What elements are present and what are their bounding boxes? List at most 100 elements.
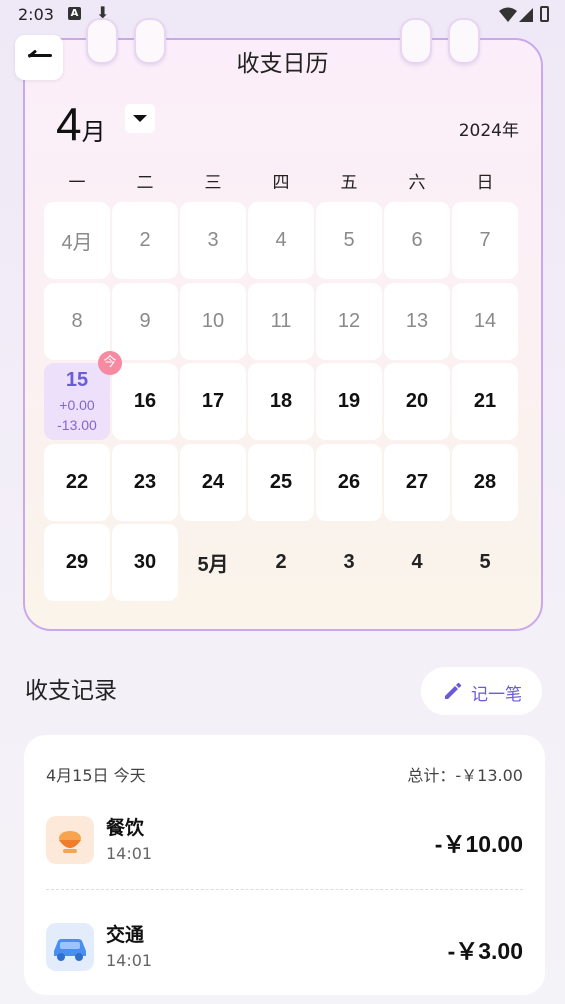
calendar-day[interactable]: 30 [112, 524, 178, 601]
calendar-grid: 4月 2 3 4 5 6 7 8 9 10 11 12 13 14 15 +0.00 -13.00 16 17 18 1… [44, 202, 520, 602]
weekday-label: 三 [204, 173, 222, 193]
calendar-day[interactable]: 8 [44, 282, 110, 360]
record-item-amount: -￥3.00 [447, 938, 523, 964]
calendar-day[interactable]: 13 [384, 282, 450, 360]
day-number: 10 [201, 309, 225, 332]
day-number: 28 [473, 470, 497, 493]
calendar-day[interactable]: 14 [452, 282, 518, 360]
day-number: 5 [343, 229, 355, 251]
day-number: 6 [411, 229, 423, 251]
calendar-day[interactable]: 12 [316, 282, 382, 360]
day-number: 3 [343, 551, 355, 573]
calendar-day[interactable]: 10 [180, 282, 246, 360]
day-number: 30 [133, 551, 157, 573]
calendar-day[interactable]: 9 [112, 282, 178, 360]
record-item-transit[interactable]: 交通 14:01 -￥3.00 [46, 918, 523, 988]
calendar-day[interactable]: 5 [316, 202, 382, 279]
day-number: 12 [337, 309, 361, 332]
day-number: 19 [337, 390, 361, 412]
status-time: 2:03 [18, 5, 54, 24]
calendar-day[interactable]: 29 [44, 524, 110, 601]
calendar-day[interactable]: 2 [112, 202, 178, 279]
calendar-day[interactable]: 5 [452, 524, 518, 601]
calendar-day[interactable]: 27 [384, 443, 450, 521]
wifi-icon [499, 7, 517, 22]
day-number: 2 [275, 551, 287, 573]
day-number: 17 [201, 390, 225, 412]
calendar-day[interactable]: 19 [316, 363, 382, 440]
calendar-day[interactable]: 26 [316, 443, 382, 521]
records-title: 收支记录 [25, 678, 117, 704]
weekday-label: 二 [136, 173, 154, 193]
day-number: 4 [411, 551, 423, 573]
day-number: 23 [133, 470, 157, 493]
calendar-day[interactable]: 17 [180, 363, 246, 440]
calendar-day[interactable]: 16 [112, 363, 178, 440]
calendar-day[interactable]: 28 [452, 443, 518, 521]
calendar-day[interactable]: 3 [180, 202, 246, 279]
calendar-day[interactable]: 21 [452, 363, 518, 440]
calendar-day[interactable]: 22 [44, 443, 110, 521]
car-icon [46, 923, 94, 971]
day-number: 20 [405, 390, 429, 412]
record-item-name: 餐饮 [106, 817, 145, 839]
weekday-header: 一二三四五六日 [44, 168, 520, 194]
record-item-food[interactable]: 餐饮 14:01 -￥10.00 [46, 811, 523, 881]
record-item-time: 14:01 [106, 951, 153, 970]
day-number: 14 [473, 309, 497, 332]
calendar-day[interactable]: 3 [316, 524, 382, 601]
food-icon [46, 816, 94, 864]
record-item-time: 14:01 [106, 844, 153, 863]
day-number: 16 [133, 390, 157, 412]
record-item-amount: -￥10.00 [434, 831, 523, 857]
calendar-day-today[interactable]: 15 +0.00 -13.00 [44, 363, 110, 440]
calendar-day[interactable]: 23 [112, 443, 178, 521]
record-item-name: 交通 [106, 924, 145, 946]
day-number: 29 [65, 551, 89, 573]
month-label: 4月 [56, 97, 106, 151]
weekday-label: 六 [408, 173, 426, 193]
month-dropdown-button[interactable] [125, 104, 155, 133]
month-unit: 月 [81, 119, 106, 146]
day-number: 8 [71, 309, 83, 332]
year-label: 2024年 [458, 121, 519, 141]
calendar-day[interactable]: 4 [248, 202, 314, 279]
calendar-day[interactable]: 20 [384, 363, 450, 440]
day-number: 4 [275, 229, 287, 251]
day-number: 11 [270, 309, 292, 332]
records-card: 4月15日 今天 总计：-￥13.00 餐饮 14:01 -￥10.00 交通 … [24, 735, 545, 995]
month-number: 4 [56, 98, 82, 150]
calendar-day[interactable]: 11 [248, 282, 314, 360]
add-record-label: 记一笔 [471, 685, 522, 705]
record-date: 4月15日 今天 [46, 766, 146, 785]
add-record-button[interactable]: 记一笔 [421, 667, 542, 715]
divider [46, 889, 523, 890]
page-title: 收支日历 [236, 51, 329, 77]
day-number: 18 [269, 390, 293, 412]
calendar-day[interactable]: 24 [180, 443, 246, 521]
day-number: 25 [269, 470, 293, 493]
calendar-day[interactable]: 18 [248, 363, 314, 440]
day-number: 22 [65, 470, 89, 493]
day-number: 21 [473, 390, 497, 412]
calendar-day[interactable]: 7 [452, 202, 518, 279]
day-number: 7 [479, 229, 491, 251]
calendar-day[interactable]: 25 [248, 443, 314, 521]
day-number: 5月 [197, 554, 229, 576]
day-number: 3 [207, 229, 219, 251]
status-bar: 2:03 A ⬇ [0, 0, 565, 30]
calendar-day[interactable]: 4 [384, 524, 450, 601]
day-number: 2 [139, 229, 151, 251]
day-number: 26 [337, 470, 361, 493]
weekday-label: 日 [476, 173, 494, 193]
weekday-label: 四 [272, 173, 290, 193]
calendar-day[interactable]: 6 [384, 202, 450, 279]
day-number: 24 [201, 470, 225, 493]
day-number: 9 [139, 309, 151, 332]
day-number: 5 [479, 551, 491, 573]
calendar-day[interactable]: 5月 [180, 524, 246, 601]
weekday-label: 五 [340, 173, 358, 193]
calendar-day[interactable]: 2 [248, 524, 314, 601]
pencil-icon [445, 682, 462, 699]
calendar-day[interactable]: 4月 [44, 202, 110, 279]
